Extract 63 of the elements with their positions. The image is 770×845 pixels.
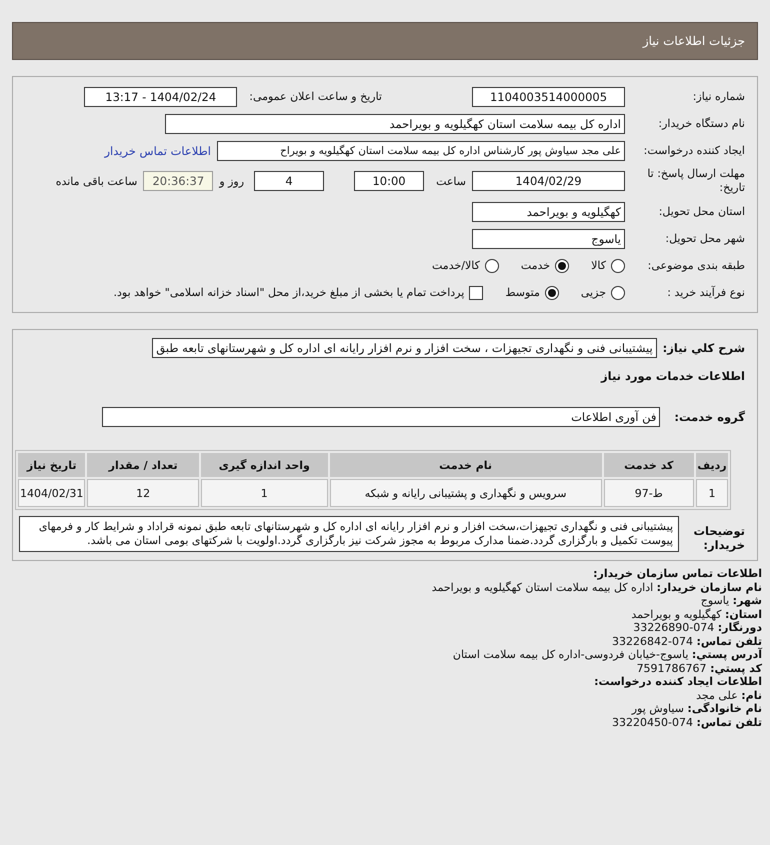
deadline-time-field[interactable]: 10:00 <box>354 171 424 191</box>
buyer-org-field[interactable]: اداره کل بیمه سلامت استان کهگیلویه و بویراحمد <box>165 114 625 134</box>
field-label: توضیحات خریدار: <box>692 524 746 552</box>
radio-button[interactable] <box>611 286 625 300</box>
section-heading: اطلاعات ایجاد کننده درخواست: <box>593 675 762 688</box>
contact-line: نام خانوادگی: سیاوش پور <box>630 702 762 716</box>
field-label: تاریخ و ساعت اعلان عمومی: <box>249 90 382 103</box>
days-field[interactable]: 4 <box>254 171 324 191</box>
field-label: طبقه بندی موضوعی: <box>646 259 746 272</box>
remaining-time-field: 20:36:37 <box>143 171 214 191</box>
summary-field[interactable]: پیشتیبانی فنی و نگهداری تجیهزات ، سخت افزار و نرم افزار رایانه ای اداره کل و شهرستانهای تابعه طبق <box>152 338 657 358</box>
field-label: گروه خدمت: <box>673 410 746 424</box>
radio-option[interactable]: خدمت <box>520 258 570 272</box>
field-label: روز و <box>219 174 244 188</box>
field-label: نام دستگاه خریدار: <box>657 117 746 130</box>
checkbox[interactable] <box>469 286 484 300</box>
radio-button[interactable] <box>611 258 625 272</box>
section-heading: اطلاعات خدمات مورد نیاز <box>600 368 746 383</box>
contact-line: نام: علی مجد <box>695 688 762 702</box>
table-cell: 1 <box>200 479 328 507</box>
contact-line: نام سازمان خریدار: اداره کل بیمه سلامت استان کهگیلویه و بویراحمد <box>430 580 762 594</box>
radio-option[interactable]: جزیی <box>580 286 625 300</box>
column-header: واحد اندازه گیری <box>200 453 328 477</box>
column-header: کد خدمت <box>604 453 694 477</box>
field-label: شهر محل تحویل: <box>664 232 746 245</box>
field-label: شماره نیاز: <box>692 90 746 103</box>
requester-field[interactable]: علی مجد سیاوش پور کارشناس اداره کل بیمه سلامت استان کهگیلویه و بویراح <box>217 140 625 160</box>
section-heading: اطلاعات تماس سازمان خریدار: <box>592 567 762 580</box>
column-header: نام خدمت <box>330 453 602 477</box>
radio-button[interactable] <box>555 258 570 272</box>
buyer-notes-text: پیشتیبانی فنی و نگهداری تجیهزات،سخت افزار و نرم افزار رایانه ای اداره کل و شهرستانهای تابعه طبق نمونه قراداد و شرایط کار و فرمهای پیوست تکمیل و بارگزاری گردد.ضمنا مدارک مربوط به مجوز شرکت نیز بارگزاری گردد.اولویت با شرکتهای بومی استان می باشد. <box>19 516 679 552</box>
field-label: ایجاد کننده درخواست: <box>642 144 746 157</box>
table-cell: ط-97 <box>604 479 694 507</box>
city-field[interactable]: یاسوج <box>472 228 625 248</box>
field-label: مهلت ارسال پاسخ: تا تاریخ: <box>646 167 746 195</box>
payment-option[interactable]: پرداخت تمام یا بخشی از مبلغ خرید،از محل "اسناد خزانه اسلامی" خواهد بود. <box>114 286 484 300</box>
radio-option[interactable]: کالا/خدمت <box>432 258 499 272</box>
field-label: استان محل تحویل: <box>658 205 746 218</box>
need-number-field[interactable]: 1104003514000005 <box>472 86 625 106</box>
province-field[interactable]: کهگیلویه و بویراحمد <box>472 202 625 222</box>
column-header: ردیف <box>696 453 728 477</box>
contact-line: آدرس پستي: یاسوج-خیابان فردوسی-اداره کل بیمه سلامت استان <box>452 648 762 662</box>
field-label: نوع فرآیند خرید : <box>666 286 746 299</box>
buyer-contact-link[interactable]: اطلاعات تماس خریدار <box>104 144 211 158</box>
radio-option[interactable]: کالا <box>591 258 625 272</box>
field-label: ساعت <box>436 174 466 188</box>
field-label: شرح کلي نیاز: <box>662 340 746 354</box>
announce-date-field[interactable]: 1404/02/24 - 13:17 <box>84 86 238 106</box>
table-cell: 1404/02/31 <box>18 479 86 507</box>
column-header: تعداد / مقدار <box>87 453 199 477</box>
column-header: تاریخ نیاز <box>18 453 86 477</box>
radio-button[interactable] <box>484 258 499 272</box>
radio-option[interactable]: متوسط <box>505 286 559 300</box>
contact-line: استان: کهگیلویه و بویراحمد <box>630 608 762 621</box>
table-cell: سرویس و نگهداری و پشتیبانی رایانه و شبکه <box>330 479 602 507</box>
service-group-field[interactable]: فن آوری اطلاعات <box>102 406 660 426</box>
contact-line: شهر: یاسوج <box>700 594 762 608</box>
table-cell: 12 <box>87 479 199 507</box>
deadline-date-field[interactable]: 1404/02/29 <box>472 171 625 191</box>
table-cell: 1 <box>696 479 728 507</box>
radio-button[interactable] <box>544 286 559 300</box>
page-title: جزئیات اطلاعات نیاز <box>642 34 745 48</box>
field-label: ساعت باقی مانده <box>56 174 138 188</box>
